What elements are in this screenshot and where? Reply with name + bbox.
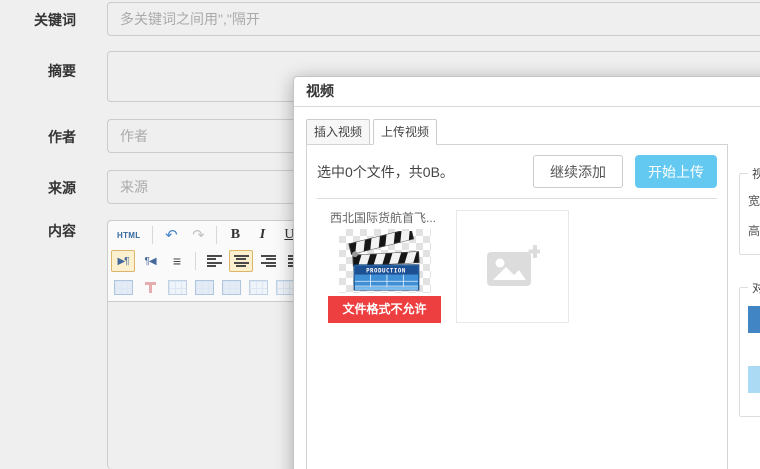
redo-icon: ↷ [192,228,205,243]
bold-icon: B [231,227,240,243]
merge-cells-button[interactable] [165,276,189,298]
delete-column-button[interactable] [138,276,162,298]
insert-table-icon [249,280,268,295]
delete-column-icon [144,281,157,294]
indent-first-line-button[interactable]: ▶¶ [111,250,135,272]
insert-column-icon [114,280,133,295]
dialog-side-panel: 视频尺寸 宽 高 对齐方式 [739,165,760,417]
source-label: 来源 [0,178,76,198]
source-code-button[interactable]: HTML [111,224,146,246]
auto-typeset-icon: ≡ [173,254,181,268]
upload-status-text: 选中0个文件，共0B。 [317,162,533,182]
upload-status-bar: 选中0个文件，共0B。 继续添加 开始上传 [307,145,727,198]
file-thumbnail: PRODUCTION [339,229,431,293]
video-size-fieldset: 视频尺寸 宽 高 [739,165,760,255]
continue-add-button[interactable]: 继续添加 [533,155,623,188]
tab-upload-video[interactable]: 上传视频 [373,119,437,145]
undo-icon: ↶ [165,228,178,243]
file-name: 西北国际货航首飞... [328,210,441,227]
redo-button[interactable]: ↷ [186,224,210,246]
insert-row-right-button[interactable] [192,276,216,298]
align-left-icon [207,255,222,268]
bold-button[interactable]: B [223,224,247,246]
article-edit-page: 关键词 摘要 作者 来源 内容 HTML ↶ ↷ B I [0,0,760,469]
table-full-icon [276,280,295,295]
align-center-button[interactable] [229,250,253,272]
toolbar-separator [152,226,153,244]
insert-row-down-icon [222,280,241,295]
dialog-title: 视频 [306,83,334,99]
alignment-fieldset: 对齐方式 [739,279,760,417]
merge-cells-icon [168,280,187,295]
content-label: 内容 [0,221,76,241]
height-row: 高 [748,218,760,244]
clapperboard-production-icon: PRODUCTION [347,231,423,291]
keyword-input[interactable] [107,2,760,36]
insert-table-button[interactable] [246,276,270,298]
align-option-1[interactable] [748,306,760,333]
remove-indent-icon: ¶◀ [144,256,155,267]
video-dialog: 视频 插入视频 上传视频 选中0个文件，共0B。 继续添加 开始上传 西北国际货… [293,76,760,469]
start-upload-button[interactable]: 开始上传 [635,155,717,188]
author-label: 作者 [0,127,76,147]
align-center-icon [234,255,249,268]
add-image-icon [486,244,540,290]
tab-insert-video[interactable]: 插入视频 [306,119,370,145]
width-label: 宽 [748,194,760,208]
file-item[interactable]: 西北国际货航首飞... [328,210,441,323]
html-source-icon: HTML [117,231,140,240]
abstract-label: 摘要 [0,61,76,81]
italic-button[interactable]: I [250,224,274,246]
insert-column-button[interactable] [111,276,135,298]
align-right-icon [261,255,276,268]
align-right-button[interactable] [256,250,280,272]
file-queue: 西北国际货航首飞... [307,199,727,323]
auto-typeset-button[interactable]: ≡ [165,250,189,272]
keyword-label: 关键词 [0,10,76,30]
add-file-button[interactable] [456,210,569,323]
italic-icon: I [260,227,265,243]
alignment-legend: 对齐方式 [748,279,760,296]
file-error-badge: 文件格式不允许 [328,296,441,323]
toolbar-separator [195,252,196,270]
upload-panel: 选中0个文件，共0B。 继续添加 开始上传 西北国际货航首飞... [306,144,728,469]
insert-row-down-button[interactable] [219,276,243,298]
remove-indent-button[interactable]: ¶◀ [138,250,162,272]
dialog-title-bar[interactable]: 视频 [294,77,760,107]
undo-button[interactable]: ↶ [159,224,183,246]
svg-text:PRODUCTION: PRODUCTION [366,269,406,275]
video-size-legend: 视频尺寸 [748,165,760,182]
align-left-button[interactable] [202,250,226,272]
width-row: 宽 [748,188,760,214]
toolbar-separator [216,226,217,244]
dialog-tabs: 插入视频 上传视频 [306,119,440,145]
align-option-2[interactable] [748,366,760,393]
height-label: 高 [748,224,760,238]
insert-row-right-icon [195,280,214,295]
indent-first-line-icon: ▶¶ [117,256,128,267]
